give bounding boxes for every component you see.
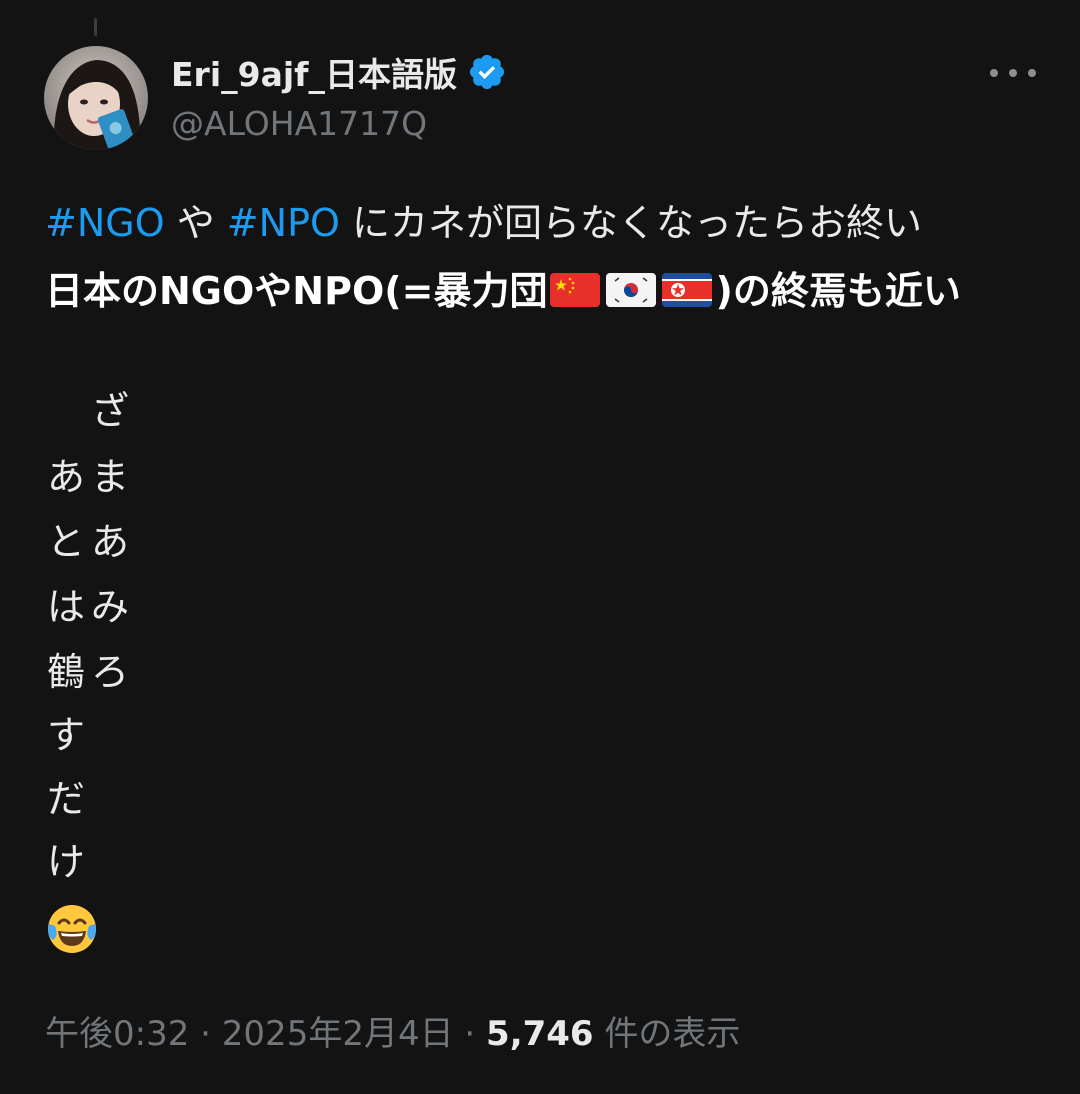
face-with-tears-of-joy-icon	[48, 905, 96, 953]
meta-separator: ·	[189, 1014, 222, 1054]
view-count[interactable]: 5,746	[486, 1014, 594, 1054]
post-meta: 午後0:32 · 2025年2月4日 · 5,746 件の表示	[45, 1006, 740, 1055]
post-date[interactable]: 2025年2月4日	[222, 1014, 454, 1054]
vertical-char: あ	[46, 455, 85, 499]
hashtag-ngo[interactable]: #NGO	[45, 201, 165, 245]
vertical-char: は	[46, 585, 85, 629]
vertical-char: み	[90, 585, 129, 629]
author-name-row[interactable]: Eri_9ajf_日本語版	[171, 50, 507, 94]
post-text-line-1: #NGO や #NPO にカネが回らなくなったらお終い	[45, 192, 922, 247]
author-display-name[interactable]: Eri_9ajf_日本語版	[171, 48, 457, 96]
vertical-char: ざ	[90, 389, 129, 433]
vertical-char: ま	[90, 455, 129, 499]
vertical-char: と	[46, 520, 85, 564]
vertical-char: け	[46, 840, 85, 884]
post-time[interactable]: 午後0:32	[45, 1014, 189, 1054]
china-flag-icon	[550, 272, 601, 307]
view-count-label: 件の表示	[593, 1014, 741, 1054]
hashtag-npo[interactable]: #NPO	[227, 201, 340, 245]
post-text-connector: や	[164, 201, 227, 245]
post-text-bold-start: 日本のNGOやNPO(=暴力団	[45, 269, 548, 313]
north-korea-flag-icon	[662, 272, 713, 307]
vertical-char: あ	[90, 520, 129, 564]
thread-connector-line	[94, 18, 97, 36]
verified-badge-icon	[469, 54, 505, 90]
vertical-char: す	[46, 713, 85, 757]
vertical-char: だ	[46, 777, 85, 821]
post-text-rest: にカネが回らなくなったらお終い	[339, 201, 922, 245]
avatar[interactable]	[44, 46, 148, 150]
post-text-line-2: 日本のNGOやNPO(=暴力団 )の終焉も近い	[45, 260, 961, 315]
vertical-char: 鶴	[46, 650, 85, 694]
meta-separator: ·	[453, 1014, 487, 1054]
vertical-char: ろ	[90, 650, 129, 694]
avatar-image	[44, 46, 148, 150]
post-text-bold-end: )の終焉も近い	[715, 269, 961, 313]
south-korea-flag-icon	[606, 272, 657, 307]
author-handle[interactable]: @ALOHA1717Q	[171, 104, 427, 143]
more-options-icon[interactable]	[990, 58, 1036, 88]
